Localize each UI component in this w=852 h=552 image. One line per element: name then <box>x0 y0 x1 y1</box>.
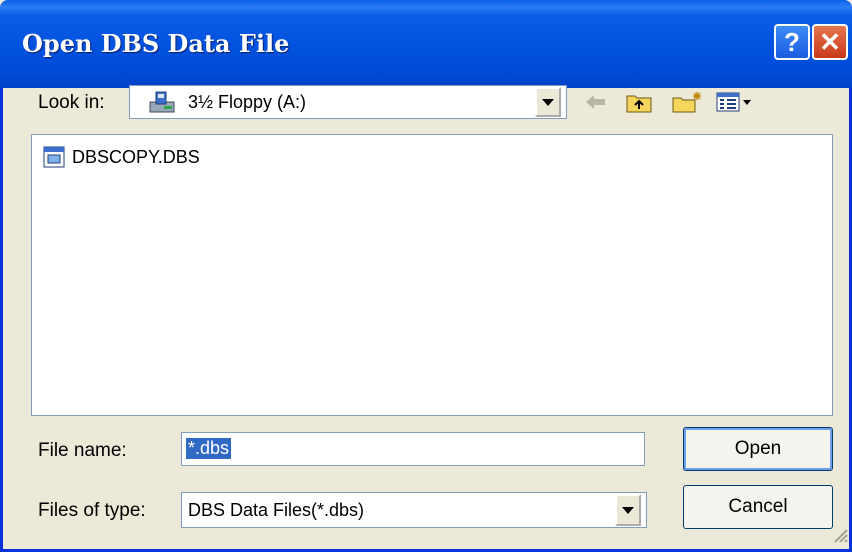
floppy-drive-icon <box>149 91 175 113</box>
view-menu-icon[interactable] <box>715 90 753 114</box>
look-in-combobox[interactable]: 3½ Floppy (A:) <box>129 85 567 119</box>
cancel-button[interactable]: Cancel <box>683 485 833 529</box>
file-name-value: *.dbs <box>186 438 232 459</box>
close-button[interactable]: ✕ <box>812 24 848 60</box>
file-type-dropdown-button[interactable] <box>615 494 641 526</box>
dialog-title: Open DBS Data File <box>22 29 290 58</box>
look-in-dropdown-button[interactable] <box>535 87 561 117</box>
chevron-down-icon <box>622 506 634 514</box>
file-list[interactable]: DBSCOPY.DBS <box>31 134 833 416</box>
file-item[interactable]: DBSCOPY.DBS <box>42 145 200 169</box>
look-in-label: Look in: <box>38 92 105 113</box>
dbs-file-icon <box>43 146 65 168</box>
new-folder-icon[interactable] <box>671 90 703 114</box>
help-icon: ? <box>784 27 800 57</box>
file-type-value: DBS Data Files(*.dbs) <box>188 500 365 520</box>
open-button[interactable]: Open <box>683 427 833 471</box>
title-bar[interactable]: Open DBS Data File ? ✕ <box>0 0 852 88</box>
back-arrow-icon[interactable] <box>583 90 609 114</box>
help-button[interactable]: ? <box>774 24 810 60</box>
open-file-dialog: Open DBS Data File ? ✕ Look in: 3½ Flopp… <box>0 0 852 552</box>
close-icon: ✕ <box>819 27 841 57</box>
file-type-label: Files of type: <box>38 500 146 521</box>
resize-grip-icon[interactable] <box>831 526 849 544</box>
look-in-value: 3½ Floppy (A:) <box>188 92 307 112</box>
file-name-label: File name: <box>38 440 127 461</box>
file-name-text: DBSCOPY.DBS <box>72 146 200 167</box>
file-name-input[interactable]: *.dbs <box>181 432 645 466</box>
chevron-down-icon <box>542 98 554 106</box>
file-type-combobox[interactable]: DBS Data Files(*.dbs) <box>181 492 647 528</box>
up-folder-icon[interactable] <box>625 90 653 114</box>
